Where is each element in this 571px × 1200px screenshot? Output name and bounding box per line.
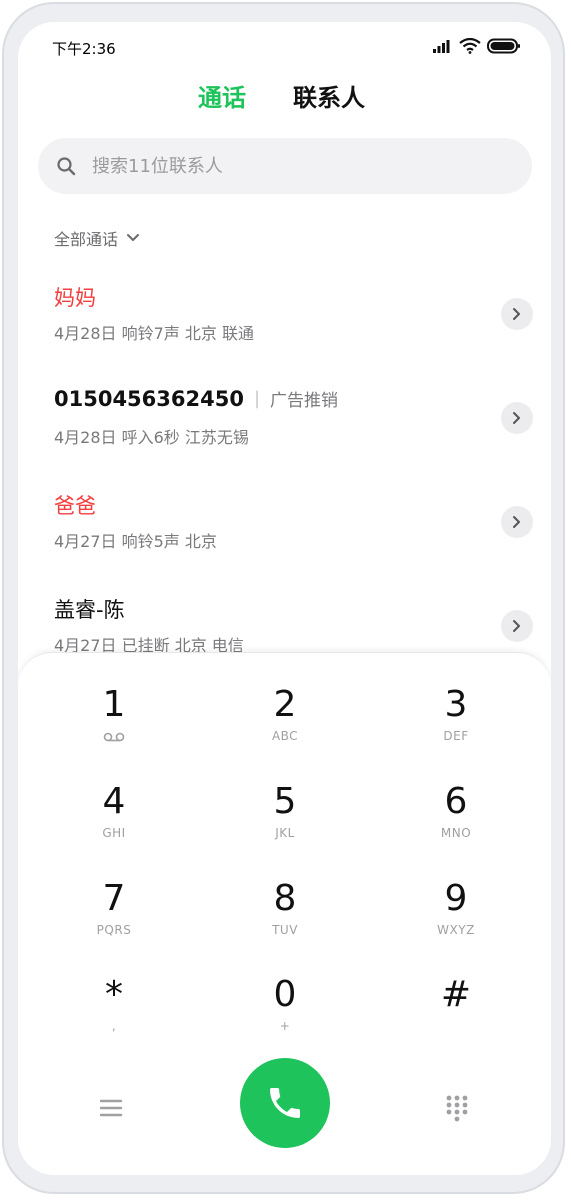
contact-name: 爸爸 [54,494,96,518]
phone-number: 0150456362450 [54,386,244,411]
key-digit: 2 [273,684,297,725]
call-detail: 4月27日 响铃5声 北京 [54,532,217,551]
contact-name: 妈妈 [54,286,96,310]
call-detail-button[interactable] [501,402,533,434]
key-letters: TUV [272,923,298,937]
call-item[interactable]: 0150456362450 | 广告推销 4月28日 呼入6秒 江苏无锡 [18,366,551,470]
contact-name: 盖睿-陈 [54,598,125,622]
key-2[interactable]: 2 ABC [220,683,350,763]
key-star[interactable]: * , [49,973,179,1053]
wifi-icon [459,38,481,54]
key-digit: 8 [273,878,297,919]
key-digit: 4 [102,781,126,822]
top-tabs: 通话 联系人 [18,78,551,118]
key-letters: DEF [443,729,469,743]
key-3[interactable]: 3 DEF [391,683,521,763]
call-name: 爸爸 [54,490,96,520]
key-letters: , [111,1019,117,1033]
key-6[interactable]: 6 MNO [391,780,521,860]
chevron-right-icon [513,308,520,320]
key-1[interactable]: 1 [49,683,179,763]
key-7[interactable]: 7 PQRS [49,877,179,957]
tab-calls[interactable]: 通话 [198,78,246,113]
chevron-right-icon [513,516,520,528]
battery-icon [487,38,520,54]
key-digit: * [105,974,123,1015]
key-digit: # [440,974,472,1015]
key-digit: 0 [273,974,297,1015]
key-digit: 7 [102,878,126,919]
chevron-right-icon [513,620,520,632]
key-4[interactable]: 4 GHI [49,780,179,860]
status-time: 下午2:36 [52,40,116,58]
call-name: 妈妈 [54,282,96,312]
status-bar: 下午2:36 [18,22,551,70]
call-detail-button[interactable] [501,298,533,330]
tab-contacts[interactable]: 联系人 [293,78,365,113]
key-letters: WXYZ [437,923,475,937]
menu-icon[interactable] [98,1096,124,1120]
key-9[interactable]: 9 WXYZ [391,877,521,957]
key-digit: 6 [444,781,468,822]
call-name: 0150456362450 | 广告推销 [54,386,339,412]
call-name: 盖睿-陈 [54,594,125,624]
bottom-actions [18,1058,551,1148]
key-letters: ABC [271,729,299,743]
call-detail: 4月28日 呼入6秒 江苏无锡 [54,428,249,447]
number-tag: 广告推销 [270,391,339,411]
call-item[interactable]: 爸爸 4月27日 响铃5声 北京 [18,470,551,574]
chevron-down-icon [127,234,140,241]
key-digit: 3 [444,684,468,725]
key-letters: JKL [275,826,295,840]
voicemail-icon [103,732,125,742]
call-button[interactable] [240,1058,330,1148]
call-detail: 4月28日 响铃7声 北京 联通 [54,324,254,343]
key-letters: MNO [440,826,472,840]
search-icon [57,157,76,176]
chevron-right-icon [513,412,520,424]
key-digit: 5 [273,781,297,822]
call-item[interactable]: 妈妈 4月28日 响铃7声 北京 联通 [18,262,551,366]
phone-icon [270,1088,300,1118]
key-8[interactable]: 8 TUV [220,877,350,957]
screen: 下午2:36 通话 联系人 搜索11位联系人 全部通话 妈妈 4月28日 响铃7… [18,22,551,1175]
key-letters: GHI [102,826,126,840]
search-box[interactable] [38,138,532,194]
signal-icon [433,40,450,53]
key-digit: 1 [102,684,126,725]
separator: | [253,388,261,409]
key-5[interactable]: 5 JKL [220,780,350,860]
key-letters: PQRS [96,923,132,937]
key-letters: + [279,1019,291,1033]
key-hash[interactable]: # [391,973,521,1053]
key-0[interactable]: 0 + [220,973,350,1053]
status-icons [433,38,521,54]
call-detail-button[interactable] [501,506,533,538]
filter-label: 全部通话 [54,230,119,249]
call-detail-button[interactable] [501,610,533,642]
call-list: 妈妈 4月28日 响铃7声 北京 联通 0150456362450 | 广告推销… [18,262,551,678]
call-filter-dropdown[interactable]: 全部通话 [54,226,140,250]
search-input[interactable] [90,154,474,178]
keypad-icon[interactable] [444,1094,470,1122]
key-digit: 9 [444,878,468,919]
